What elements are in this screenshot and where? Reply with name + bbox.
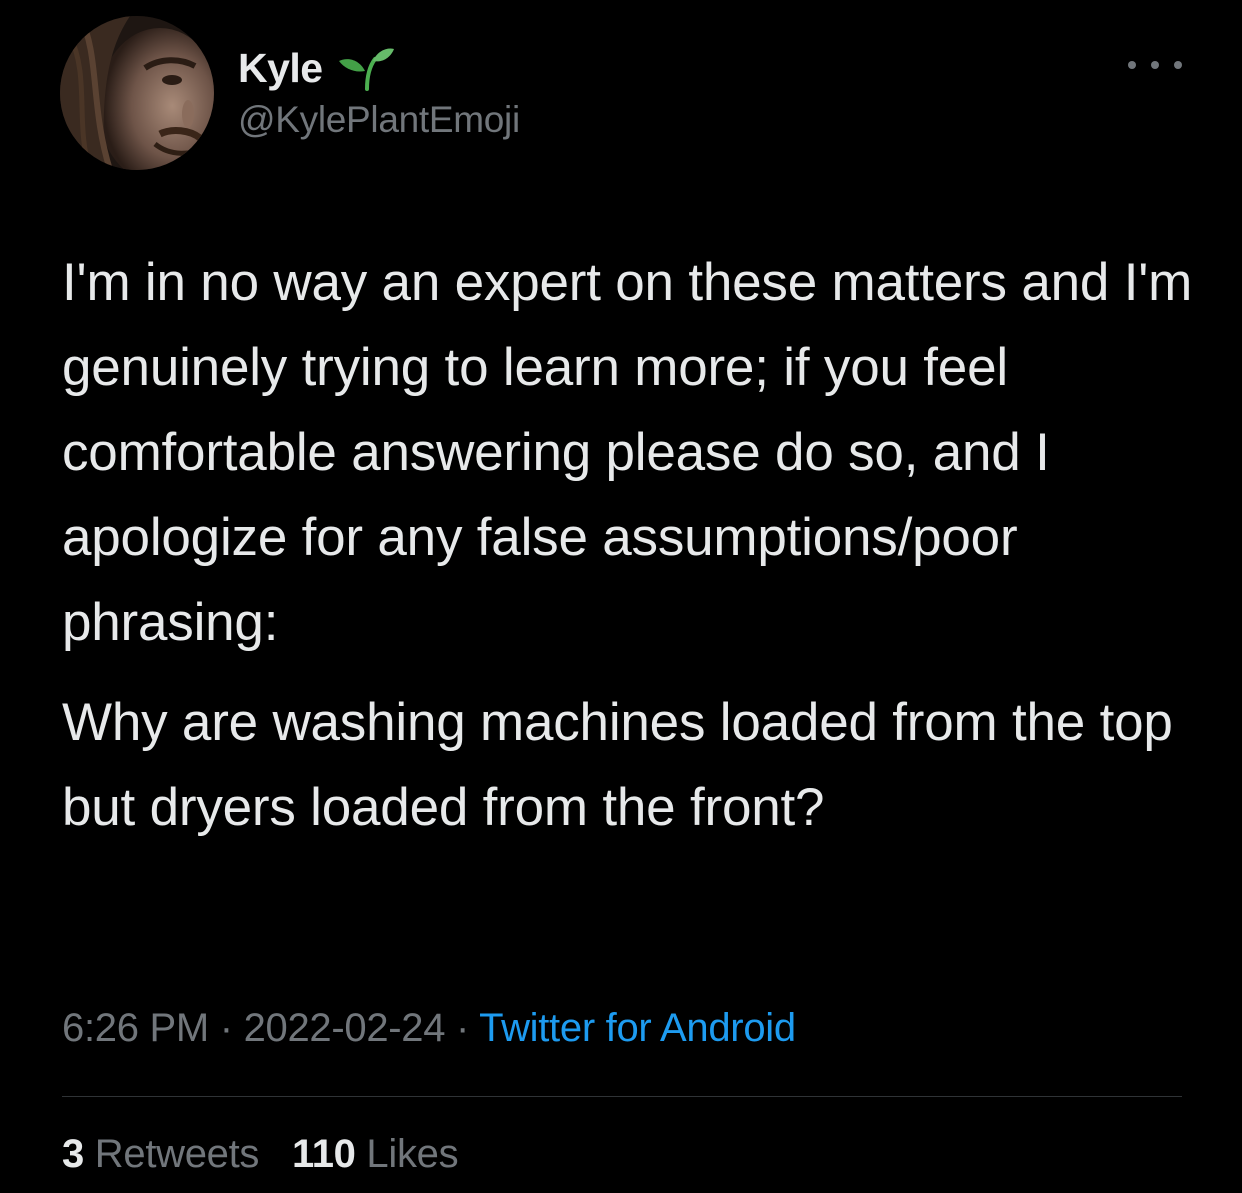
likes-count: 110 xyxy=(291,1132,356,1176)
dot xyxy=(1128,61,1136,69)
avatar[interactable] xyxy=(60,16,214,170)
dot xyxy=(1151,61,1159,69)
avatar-image xyxy=(60,16,214,170)
more-options-icon[interactable] xyxy=(1128,52,1182,78)
tweet-stats: 3 Retweets 110 Likes xyxy=(62,1132,480,1177)
tweet-time[interactable]: 6:26 PM xyxy=(62,1006,209,1050)
divider xyxy=(62,1096,1182,1097)
tweet-paragraph: Why are washing machines loaded from the… xyxy=(62,693,1173,837)
likes-stat[interactable]: 110 Likes xyxy=(291,1132,459,1177)
tweet-date[interactable]: 2022-02-24 xyxy=(244,1006,446,1050)
likes-label: Likes xyxy=(366,1132,459,1176)
retweets-stat[interactable]: 3 Retweets xyxy=(62,1132,259,1177)
tweet-source-link[interactable]: Twitter for Android xyxy=(479,1006,796,1050)
retweets-label: Retweets xyxy=(94,1132,260,1176)
seedling-icon xyxy=(338,48,394,91)
retweets-count: 3 xyxy=(62,1132,84,1176)
tweet-paragraph: I'm in no way an expert on these matters… xyxy=(62,253,1193,652)
author-name-row[interactable]: Kyle xyxy=(238,42,395,94)
display-name[interactable]: Kyle xyxy=(238,45,323,92)
meta-separator: · xyxy=(219,1006,233,1050)
tweet-meta: 6:26 PM · 2022-02-24 · Twitter for Andro… xyxy=(62,1006,796,1051)
tweet-text: I'm in no way an expert on these matters… xyxy=(62,240,1212,837)
tweet: Kyle @KylePlantEmoji I'm in no way an ex… xyxy=(0,0,1242,1193)
meta-separator: · xyxy=(456,1006,470,1050)
author-handle[interactable]: @KylePlantEmoji xyxy=(238,99,520,141)
dot xyxy=(1174,61,1182,69)
